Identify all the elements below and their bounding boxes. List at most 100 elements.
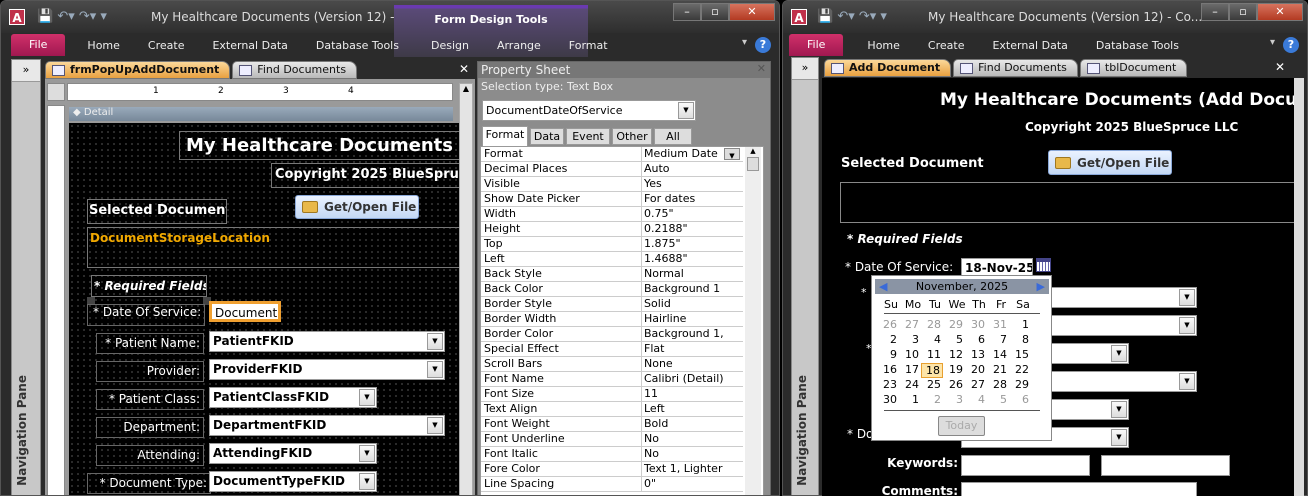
property-row[interactable]: Border Color Background 1, Dar [481,327,743,354]
tab-home[interactable]: Home [853,39,913,52]
calendar-day[interactable]: 12 [943,348,965,361]
calendar-day[interactable]: 6 [1009,393,1031,406]
calendar-day[interactable]: 19 [943,363,965,376]
restore-button[interactable]: ▫ [1229,3,1257,21]
property-row[interactable]: Decimal Places Auto [481,162,743,177]
calendar-day[interactable]: 13 [965,348,987,361]
field-combobox[interactable]: PatientFKID ▼ [209,331,445,352]
calendar-day[interactable]: 4 [921,333,943,346]
field-label[interactable]: * Patient Class: [96,389,204,410]
navigation-pane[interactable]: » Navigation Pane [791,57,819,495]
tab-home[interactable]: Home [73,39,133,52]
required-fields-label[interactable]: * Required Fields [91,275,207,297]
property-value[interactable]: Flat [641,342,741,357]
quick-access-toolbar[interactable]: 💾 ↶▾ ↷▾ ▾ [37,9,107,24]
calendar-day[interactable]: 11 [921,348,943,361]
property-value[interactable]: Solid [641,297,741,312]
property-value[interactable]: Text 1, Lighter 25% [641,462,741,489]
keywords-input-1[interactable] [961,455,1090,476]
tab-find-documents[interactable]: Find Documents [232,61,358,79]
property-row[interactable]: Font Underline No [481,432,743,447]
property-tab-data[interactable]: Data [530,128,564,145]
field-label[interactable]: * Document Type: [87,473,211,494]
form-selector[interactable] [47,83,65,101]
calendar-day[interactable]: 8 [1009,333,1031,346]
property-value[interactable]: For dates [641,192,741,207]
calendar-day[interactable]: 29 [1009,378,1031,391]
field-label[interactable]: * Patient Name: [96,333,204,354]
quick-access-toolbar[interactable]: 💾 ↶▾ ↷▾ ▾ [817,9,887,24]
previous-month-icon[interactable]: ◀ [879,279,887,294]
property-value[interactable]: 0" [641,477,741,492]
dropdown-arrow-icon[interactable]: ▼ [427,417,443,434]
calendar-day[interactable]: 7 [987,333,1009,346]
dropdown-arrow-icon[interactable]: ▼ [724,148,740,160]
property-row[interactable]: Border Style Solid [481,297,743,312]
calendar-day[interactable]: 3 [943,393,965,406]
calendar-day[interactable]: 17 [899,363,921,376]
tab-tbldocument[interactable]: tblDocument [1079,59,1188,77]
field-label[interactable]: Attending: [96,445,204,466]
calendar-day[interactable]: 26 [877,318,899,331]
property-value[interactable]: No [641,447,741,462]
property-value[interactable]: Yes [641,177,741,192]
property-row[interactable]: Format Medium Date ▼ [481,147,743,162]
property-row[interactable]: Top 1.875" [481,237,743,252]
tab-create[interactable]: Create [134,39,199,52]
vertical-scrollbar[interactable]: ▲ [459,83,473,495]
dropdown-arrow-icon[interactable]: ▼ [1179,317,1195,334]
property-row[interactable]: Height 0.2188" [481,222,743,237]
property-value[interactable]: Background 1, Dar [641,327,741,354]
property-row[interactable]: Line Spacing 0" [481,477,743,492]
tab-database-tools[interactable]: Database Tools [1082,39,1193,52]
property-row[interactable]: Font Italic No [481,447,743,462]
keywords-input-2[interactable] [1101,455,1230,476]
calendar-day[interactable]: 28 [921,318,943,331]
document-storage-location-field[interactable]: DocumentStorageLocation [87,227,459,268]
calendar-day[interactable]: 29 [943,318,965,331]
property-row[interactable]: Text Align Left [481,402,743,417]
close-button[interactable]: ✕ [729,3,775,21]
minimize-ribbon-icon[interactable]: ▾ [742,37,747,48]
property-tab-event[interactable]: Event [566,128,610,145]
property-value[interactable]: 1.4688" [641,252,741,267]
field-label[interactable]: Department: [96,417,204,438]
tab-create[interactable]: Create [914,39,979,52]
dropdown-arrow-icon[interactable]: ▼ [359,445,375,462]
calendar-day[interactable]: 3 [899,333,921,346]
calendar-day[interactable]: 14 [987,348,1009,361]
property-row[interactable]: Left 1.4688" [481,252,743,267]
comments-input[interactable] [961,482,1197,496]
calendar-day[interactable]: 23 [877,378,899,391]
date-of-service-textbox-selected[interactable]: DocumentDateOfService [209,301,281,322]
calendar-day[interactable]: 30 [965,318,987,331]
tab-database-tools[interactable]: Database Tools [302,39,413,52]
close-document-icon[interactable]: ✕ [1275,60,1285,74]
property-row[interactable]: Back Style Normal [481,267,743,282]
calendar-day[interactable]: 27 [899,318,921,331]
nav-pane-toggle[interactable]: » [792,58,818,80]
restore-button[interactable]: ▫ [701,3,729,21]
property-tab-format[interactable]: Format [482,126,528,146]
form-scrollbar[interactable] [1294,78,1304,496]
dropdown-arrow-icon[interactable]: ▼ [1111,429,1127,446]
property-row[interactable]: Scroll Bars None [481,357,743,372]
calendar-day[interactable]: 4 [965,393,987,406]
tab-external-data[interactable]: External Data [978,39,1081,52]
selected-control-dropdown[interactable]: DocumentDateOfService ▼ [482,100,696,121]
property-row[interactable]: Font Weight Bold [481,417,743,432]
field-combobox[interactable]: AttendingFKID ▼ [209,443,377,464]
property-row[interactable]: Back Color Background 1 [481,282,743,297]
property-value[interactable]: 0.75" [641,207,741,222]
help-icon[interactable]: ? [755,37,771,53]
calendar-day[interactable]: 20 [965,363,987,376]
tab-file[interactable]: File [789,34,844,56]
nav-pane-toggle[interactable]: » [12,60,40,82]
minimize-button[interactable]: – [1201,3,1229,21]
property-tab-all[interactable]: All [654,128,692,145]
tab-frmpopupadddocument[interactable]: frmPopUpAddDocument [45,61,231,79]
calendar-day[interactable]: 18 [921,363,943,378]
dropdown-arrow-icon[interactable]: ▼ [427,361,443,378]
property-value[interactable]: Calibri (Detail) [641,372,741,387]
calendar-day[interactable]: 30 [877,393,899,406]
